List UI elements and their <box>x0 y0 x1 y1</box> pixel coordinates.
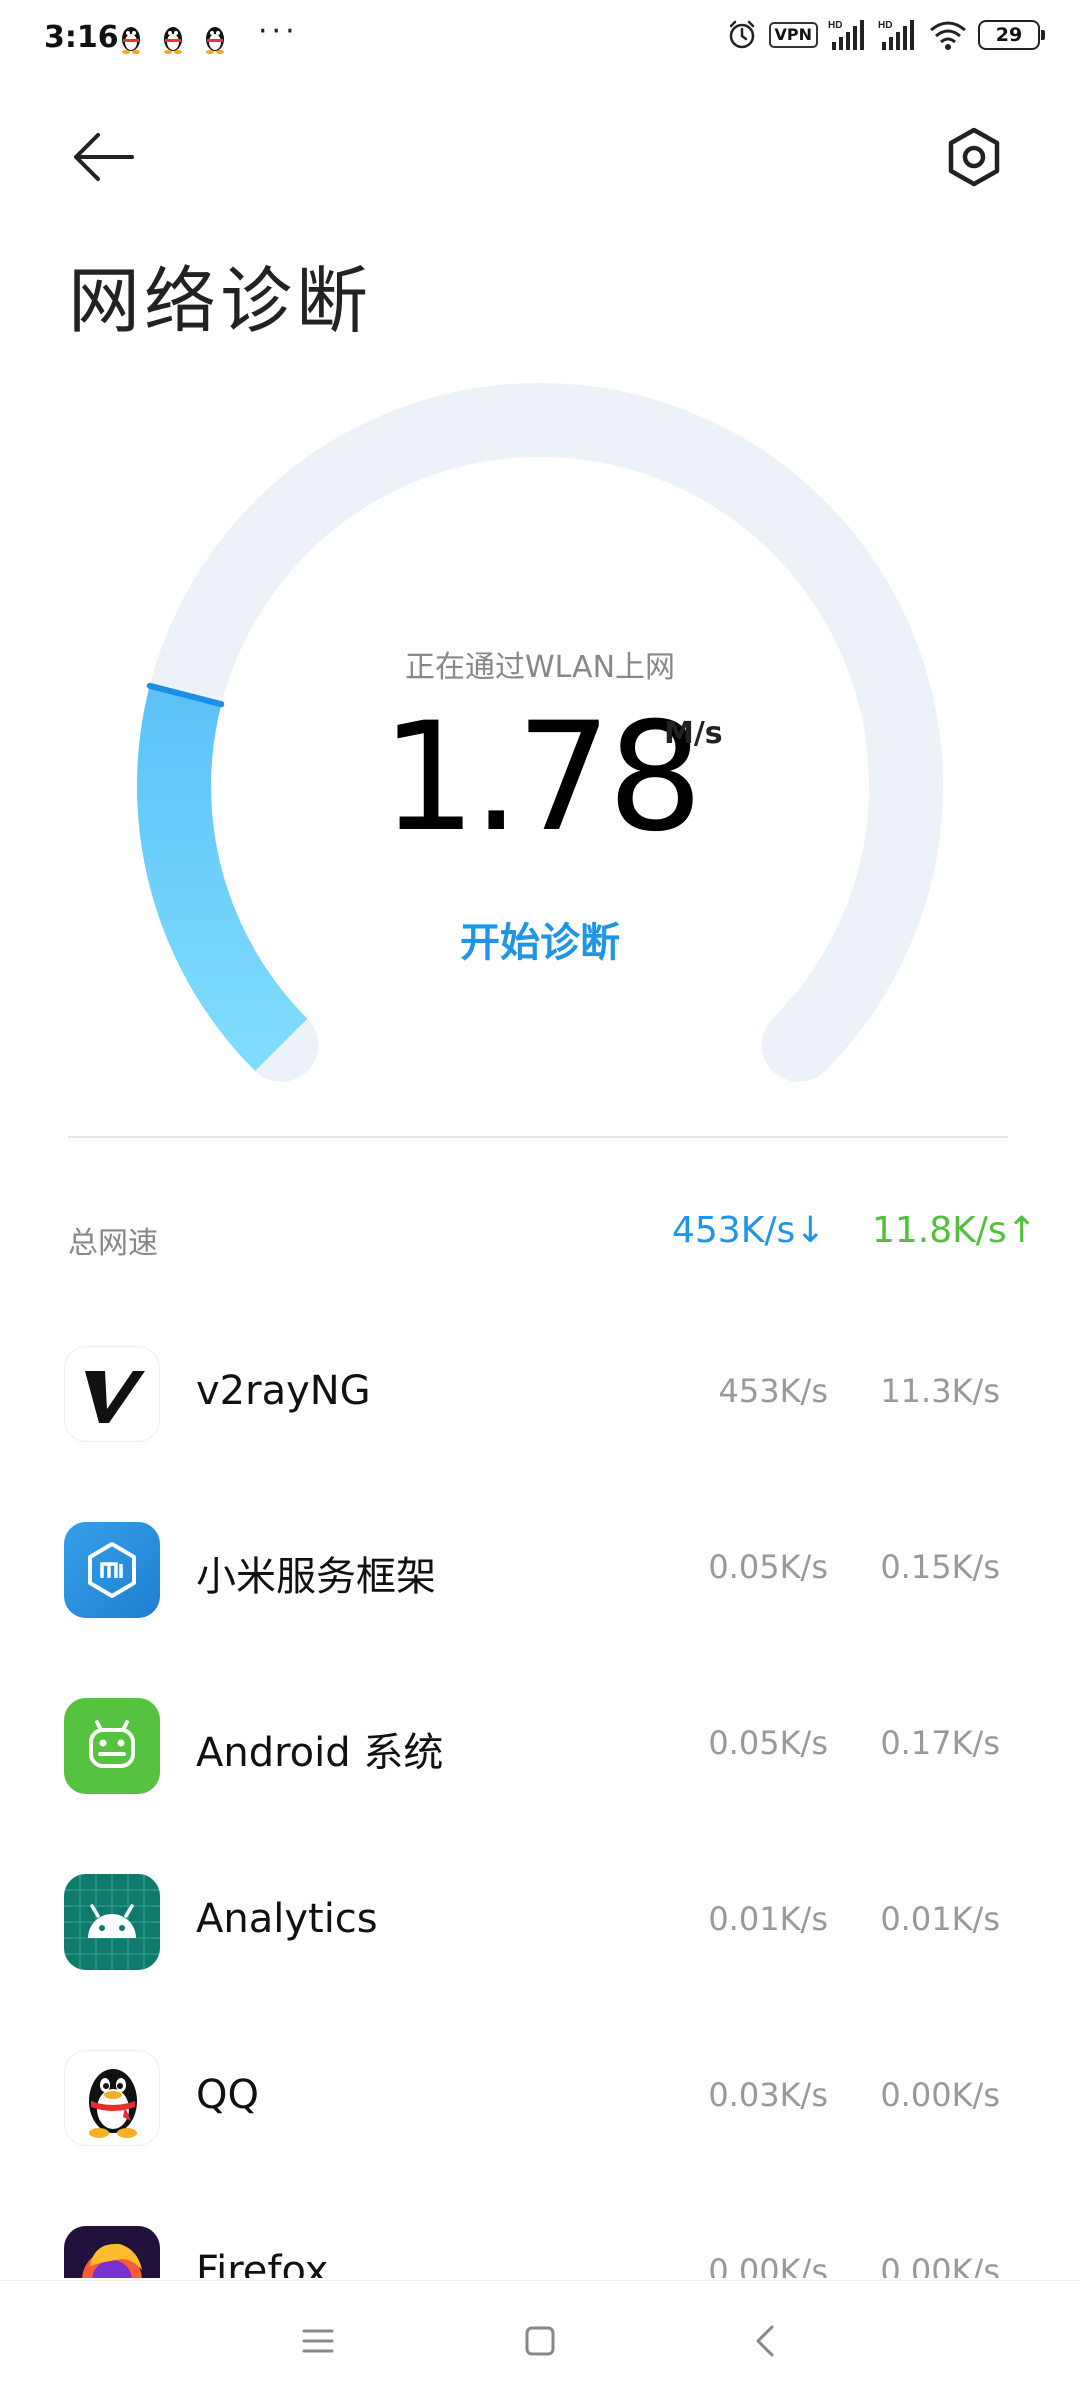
app-upload-speed: 0.15K/s <box>880 1548 1000 1586</box>
divider <box>68 1136 1008 1138</box>
back-nav-button[interactable] <box>736 2311 796 2371</box>
status-indicators: VPN HD HD 29 <box>725 18 1045 52</box>
more-notifications-icon: ··· <box>258 14 299 49</box>
gear-icon <box>948 127 1000 187</box>
app-upload-speed: 0.17K/s <box>880 1724 1000 1762</box>
speed-unit: M/s <box>664 716 723 751</box>
app-upload-speed: 0.00K/s <box>880 2076 1000 2114</box>
total-download-speed: 453K/s↓ <box>672 1210 826 1251</box>
speed-readout: 1.78 M/s <box>0 698 1080 858</box>
app-name: 小米服务框架 <box>196 1554 436 1600</box>
app-row-mi-service[interactable]: 小米服务框架 0.05K/s 0.15K/s <box>0 1510 1080 1686</box>
recents-button[interactable] <box>288 2311 348 2371</box>
speed-value: 1.78 <box>381 691 703 865</box>
app-row-firefox[interactable]: Firefox 0.00K/s 0.00K/s <box>0 2214 1080 2278</box>
battery-indicator: 29 <box>978 20 1045 50</box>
app-upload-speed: 0.01K/s <box>880 1900 1000 1938</box>
app-list: v2rayNG 453K/s 11.3K/s 小米服务框架 0.05K/s 0.… <box>0 1334 1080 2278</box>
app-row-qq[interactable]: QQ 0.03K/s 0.00K/s <box>0 2038 1080 2214</box>
app-row-v2rayng[interactable]: v2rayNG 453K/s 11.3K/s <box>0 1334 1080 1510</box>
qq-notification-icon <box>122 27 140 54</box>
menu-icon <box>302 2329 334 2353</box>
arrow-left-icon <box>74 133 134 181</box>
speed-gauge: 正在通过WLAN上网 1.78 M/s 开始诊断 <box>0 380 1080 1100</box>
wifi-icon <box>930 21 966 50</box>
total-upload-speed: 11.8K/s↑ <box>872 1210 1037 1251</box>
app-download-speed: 0.00K/s <box>708 2252 828 2278</box>
app-row-analytics[interactable]: Analytics 0.01K/s 0.01K/s <box>0 1862 1080 2038</box>
home-button[interactable] <box>510 2311 570 2371</box>
notification-icons <box>118 24 228 54</box>
home-icon <box>525 2326 555 2356</box>
chevron-left-icon <box>756 2325 774 2357</box>
android-system-icon <box>64 1698 160 1794</box>
signal-icon: HD <box>878 20 914 50</box>
app-download-speed: 0.05K/s <box>708 1548 828 1586</box>
app-name: Android 系统 <box>196 1730 444 1776</box>
total-speed-row: 总网速 453K/s↓ 11.8K/s↑ <box>0 1210 1080 1270</box>
app-download-speed: 0.01K/s <box>708 1900 828 1938</box>
analytics-icon <box>64 1874 160 1970</box>
total-speed-label: 总网速 <box>68 1226 158 1261</box>
app-name: Analytics <box>196 1896 378 1942</box>
app-row-android-system[interactable]: Android 系统 0.05K/s 0.17K/s <box>0 1686 1080 1862</box>
back-button[interactable] <box>68 128 140 186</box>
app-upload-speed: 11.3K/s <box>880 1372 1000 1410</box>
vpn-badge: VPN <box>768 22 818 48</box>
app-download-speed: 453K/s <box>718 1372 828 1410</box>
app-download-speed: 0.03K/s <box>708 2076 828 2114</box>
svg-text:HD: HD <box>828 20 842 31</box>
navigation-bar <box>0 2280 1080 2401</box>
connection-status: 正在通过WLAN上网 <box>404 650 676 685</box>
app-name: QQ <box>196 2072 259 2118</box>
v2rayng-icon <box>64 1346 160 1442</box>
firefox-icon <box>64 2226 160 2278</box>
alarm-icon <box>729 20 754 49</box>
mi-service-icon <box>64 1522 160 1618</box>
settings-button[interactable] <box>944 126 1004 188</box>
app-name: Firefox <box>196 2248 329 2278</box>
svg-text:HD: HD <box>878 20 892 31</box>
qq-icon <box>64 2050 160 2146</box>
app-download-speed: 0.05K/s <box>708 1724 828 1762</box>
status-time: 3:16 <box>44 20 119 55</box>
qq-notification-icon <box>164 27 182 54</box>
signal-icon: HD <box>828 20 864 50</box>
app-name: v2rayNG <box>196 1368 371 1414</box>
page-title: 网络诊断 <box>68 259 373 343</box>
qq-notification-icon <box>206 27 224 54</box>
start-diagnosis-button[interactable]: 开始诊断 <box>0 910 1080 968</box>
status-bar: 3:16 ··· VPN HD HD 29 <box>0 0 1080 80</box>
app-upload-speed: 0.00K/s <box>880 2252 1000 2278</box>
